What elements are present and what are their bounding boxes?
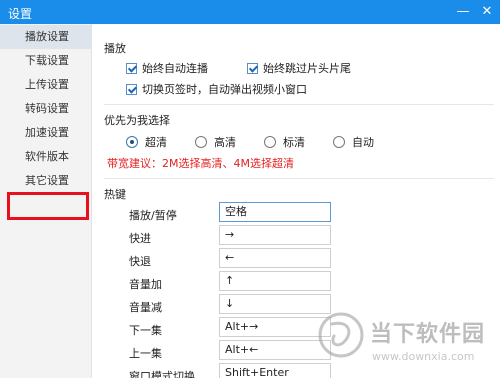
checkbox-checked-icon bbox=[126, 62, 137, 74]
hotkey-label: 音量减 bbox=[129, 301, 162, 314]
quality-radio-super[interactable]: 超清 bbox=[126, 134, 167, 150]
sidebar-item-acceleration[interactable]: 加速设置 bbox=[0, 121, 92, 145]
settings-content: 播放 始终自动连播 始终跳过片头片尾 切换页签时，自动弹出视频小窗口 优先为我选… bbox=[92, 24, 500, 378]
playback-section-title: 播放 bbox=[104, 42, 126, 55]
hotkey-rewind-input[interactable]: ← bbox=[219, 248, 331, 268]
radio-label: 超清 bbox=[145, 136, 167, 149]
popup-mini-window-checkbox[interactable]: 切换页签时，自动弹出视频小窗口 bbox=[126, 81, 307, 97]
title-bar: 设置 — ✕ bbox=[0, 0, 500, 24]
skip-intro-outro-checkbox[interactable]: 始终跳过片头片尾 bbox=[247, 60, 351, 76]
quality-section-title: 优先为我选择 bbox=[104, 114, 170, 127]
hotkey-prev-episode-input[interactable]: Alt+← bbox=[219, 340, 331, 360]
quality-radio-high[interactable]: 高清 bbox=[195, 134, 236, 150]
checkbox-checked-icon bbox=[126, 83, 137, 95]
window-title: 设置 bbox=[8, 7, 33, 21]
sidebar-item-playback[interactable]: 播放设置 bbox=[0, 25, 92, 49]
hotkey-label: 音量加 bbox=[129, 278, 162, 291]
sidebar-item-label: 其它设置 bbox=[25, 174, 69, 187]
radio-label: 标清 bbox=[283, 136, 305, 149]
hotkey-forward-input[interactable]: → bbox=[219, 225, 331, 245]
hotkey-label: 上一集 bbox=[129, 347, 162, 360]
hotkeys-section-title: 热键 bbox=[104, 188, 126, 201]
sidebar-item-version[interactable]: 软件版本 bbox=[0, 145, 92, 169]
hotkey-label: 播放/暂停 bbox=[129, 209, 177, 222]
bandwidth-hint: 带宽建议：2M选择高清、4M选择超清 bbox=[107, 157, 294, 170]
checkbox-label: 始终自动连播 bbox=[142, 62, 208, 75]
checkbox-checked-icon bbox=[247, 62, 258, 74]
sidebar-item-label: 上传设置 bbox=[25, 78, 69, 91]
quality-radio-auto[interactable]: 自动 bbox=[333, 134, 374, 150]
settings-sidebar: 播放设置 下载设置 上传设置 转码设置 加速设置 软件版本 其它设置 bbox=[0, 24, 92, 378]
sidebar-item-transcode[interactable]: 转码设置 bbox=[0, 97, 92, 121]
sidebar-item-label: 播放设置 bbox=[25, 30, 69, 43]
minimize-button[interactable]: — bbox=[452, 2, 474, 22]
sidebar-item-label: 加速设置 bbox=[25, 126, 69, 139]
hotkey-next-episode-input[interactable]: Alt+→ bbox=[219, 317, 331, 337]
hotkey-volume-down-input[interactable]: ↓ bbox=[219, 294, 331, 314]
radio-unselected-icon bbox=[195, 136, 207, 148]
sidebar-item-upload[interactable]: 上传设置 bbox=[0, 73, 92, 97]
sidebar-item-label: 下载设置 bbox=[25, 54, 69, 67]
section-divider bbox=[104, 104, 494, 105]
sidebar-item-download[interactable]: 下载设置 bbox=[0, 49, 92, 73]
hotkey-window-mode-input[interactable]: Shift+Enter bbox=[219, 363, 331, 378]
quality-radio-standard[interactable]: 标清 bbox=[264, 134, 305, 150]
radio-unselected-icon bbox=[264, 136, 276, 148]
hotkey-volume-up-input[interactable]: ↑ bbox=[219, 271, 331, 291]
hotkey-label: 快退 bbox=[129, 255, 151, 268]
radio-unselected-icon bbox=[333, 136, 345, 148]
hotkey-play-pause-input[interactable]: 空格 bbox=[219, 202, 331, 222]
checkbox-label: 始终跳过片头片尾 bbox=[263, 62, 351, 75]
sidebar-item-label: 转码设置 bbox=[25, 102, 69, 115]
hotkey-label: 快进 bbox=[129, 232, 151, 245]
hotkey-label: 窗口模式切换 bbox=[129, 370, 195, 378]
radio-label: 高清 bbox=[214, 136, 236, 149]
radio-label: 自动 bbox=[352, 136, 374, 149]
checkbox-label: 切换页签时，自动弹出视频小窗口 bbox=[142, 83, 307, 96]
highlight-box bbox=[7, 192, 89, 220]
sidebar-item-label: 软件版本 bbox=[25, 150, 69, 163]
section-divider bbox=[104, 178, 494, 179]
auto-continuous-play-checkbox[interactable]: 始终自动连播 bbox=[126, 60, 208, 76]
close-button[interactable]: ✕ bbox=[476, 2, 498, 22]
hotkey-label: 下一集 bbox=[129, 324, 162, 337]
radio-selected-icon bbox=[126, 136, 138, 148]
sidebar-item-other[interactable]: 其它设置 bbox=[0, 169, 92, 193]
